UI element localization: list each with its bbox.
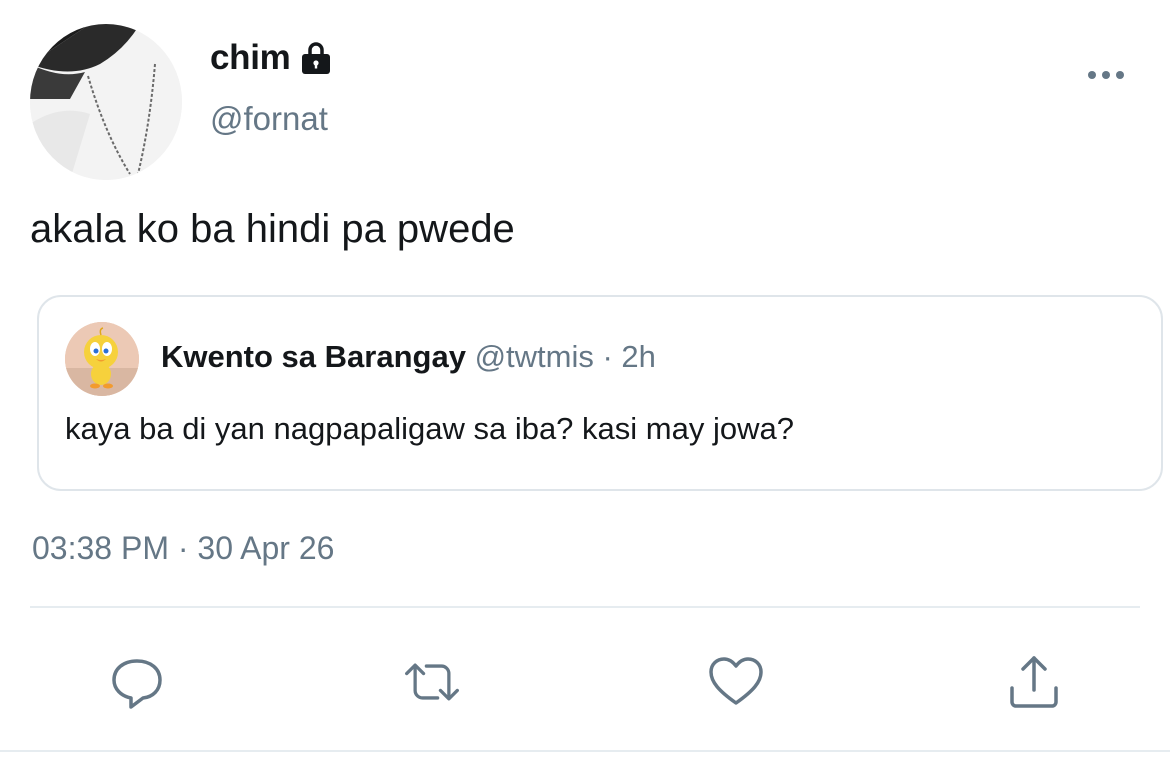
retweet-button[interactable] — [402, 652, 462, 712]
reply-button[interactable] — [107, 652, 167, 712]
tweet-timestamp: 03:38 PM · 30 Apr 26 — [32, 530, 335, 566]
quoted-tweet-age: 2h — [621, 339, 656, 374]
tweet-text: akala ko ba hindi pa pwede — [30, 207, 515, 251]
retweet-icon — [405, 663, 459, 701]
share-button[interactable] — [1004, 652, 1064, 712]
like-button[interactable] — [706, 652, 766, 712]
bottom-separator — [0, 750, 1170, 771]
tweety-bird-avatar-image — [65, 322, 139, 396]
quoted-author-avatar[interactable] — [65, 322, 139, 396]
more-options-icon[interactable] — [1086, 66, 1126, 84]
quoted-meta-separator: · — [593, 339, 622, 374]
author-avatar-image — [30, 24, 182, 180]
author-display-name[interactable]: chim — [210, 38, 333, 78]
quoted-author-handle[interactable]: @twtmis — [475, 339, 594, 374]
reply-icon — [112, 659, 162, 709]
author-name-text: chim — [210, 38, 291, 77]
quoted-author-name[interactable]: Kwento sa Barangay — [161, 339, 466, 374]
author-handle[interactable]: @fornat — [210, 100, 328, 138]
share-icon — [1010, 656, 1058, 708]
author-avatar[interactable] — [30, 24, 182, 180]
quoted-tweet-header: Kwento sa Barangay @twtmis · 2h — [161, 339, 656, 375]
quoted-tweet-card[interactable]: Kwento sa Barangay @twtmis · 2h kaya ba … — [37, 295, 1163, 491]
like-icon — [709, 657, 763, 705]
divider — [30, 606, 1140, 608]
lock-icon — [299, 40, 333, 76]
quoted-tweet-text: kaya ba di yan nagpapaligaw sa iba? kasi… — [65, 411, 794, 446]
